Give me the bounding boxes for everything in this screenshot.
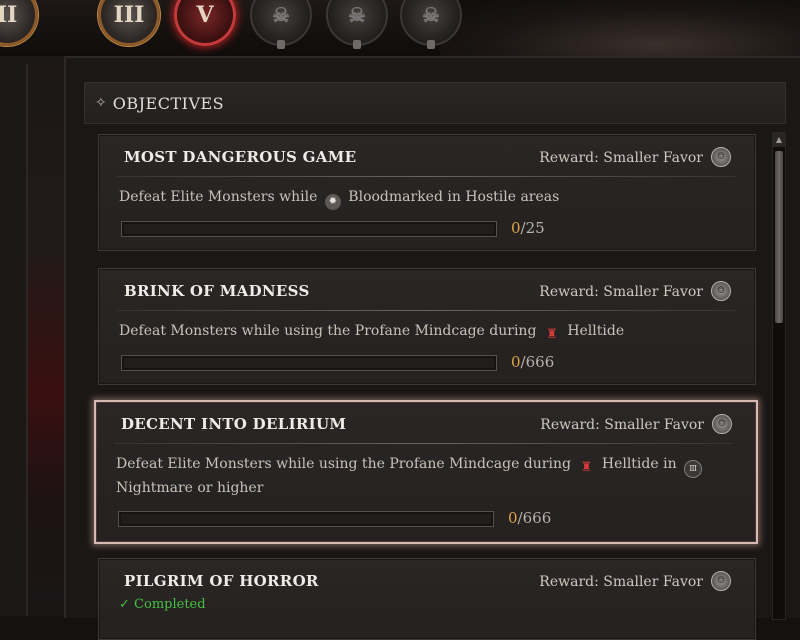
reward-label: Reward: Smaller Favor (539, 574, 703, 590)
objective-card-decent-into-delirium[interactable]: DECENT INTO DELIRIUM Reward: Smaller Fav… (94, 400, 758, 544)
progress-count: 0/666 (508, 509, 551, 527)
completed-label: Completed (134, 597, 206, 612)
objective-title: MOST DANGEROUS GAME (124, 148, 357, 166)
favor-icon: ☺ (711, 571, 731, 591)
description-text: Bloodmarked in Hostile areas (348, 189, 560, 205)
objective-title: DECENT INTO DELIRIUM (121, 415, 347, 433)
rank-emblem-bar: II III V ☠ ☠ ☠ (0, 0, 800, 56)
nightmare-tier-icon: Ⅲ (684, 460, 703, 478)
favor-icon: ☺ (711, 147, 731, 167)
progress-bar (118, 511, 494, 527)
checkmark-icon: ✓ (119, 597, 130, 612)
helltide-icon: ♜ (546, 327, 558, 342)
objective-title: PILGRIM OF HORROR (124, 572, 319, 590)
objective-card-most-dangerous-game[interactable]: MOST DANGEROUS GAME Reward: Smaller Favo… (98, 134, 756, 251)
progress-total: /666 (517, 509, 552, 527)
left-sidebar-frame (0, 56, 64, 616)
diamond-sparkle-icon: ✧ (95, 95, 107, 111)
objectives-scrollbar[interactable]: ▲ (772, 132, 786, 620)
objective-title: BRINK OF MADNESS (124, 282, 310, 300)
progress-total: /666 (520, 353, 555, 371)
rank-emblem-iii[interactable]: III (98, 0, 160, 46)
progress-current: 0 (511, 219, 521, 237)
emblem-numeral: V (196, 2, 214, 28)
progress-count: 0/25 (511, 219, 545, 237)
emblem-numeral: II (0, 2, 18, 28)
progress-bar (121, 355, 497, 371)
divider (117, 176, 735, 177)
objective-description: Defeat Elite Monsters while using the Pr… (116, 454, 706, 499)
divider (117, 310, 735, 311)
description-text: Helltide in (601, 456, 677, 472)
favor-icon: ☺ (712, 414, 732, 434)
divider (114, 443, 732, 444)
completed-status: ✓ Completed (119, 597, 206, 612)
progress-current: 0 (508, 509, 518, 527)
description-text: Helltide (567, 323, 625, 339)
objective-description: Defeat Monsters while using the Profane … (119, 321, 709, 343)
bloodmarked-skull-icon: ✹ (324, 194, 341, 210)
objective-description: Defeat Elite Monsters while ✹ Bloodmarke… (119, 187, 709, 210)
objectives-title: OBJECTIVES (112, 93, 225, 113)
progress-count: 0/666 (511, 353, 554, 371)
objectives-panel: ✧ OBJECTIVES MOST DANGEROUS GAME Reward:… (64, 56, 800, 640)
progress-current: 0 (511, 353, 521, 371)
scroll-thumb[interactable] (775, 151, 783, 323)
emblem-numeral: III (113, 2, 145, 28)
reward-label: Reward: Smaller Favor (539, 284, 703, 300)
objectives-header: ✧ OBJECTIVES (84, 82, 786, 124)
objective-card-pilgrim-of-horror[interactable]: PILGRIM OF HORROR Reward: Smaller Favor … (98, 558, 756, 640)
description-text: Defeat Elite Monsters while (119, 189, 318, 205)
favor-icon: ☺ (711, 281, 731, 301)
lock-icon (353, 40, 361, 49)
objective-card-brink-of-madness[interactable]: BRINK OF MADNESS Reward: Smaller Favor ☺… (98, 268, 756, 385)
background-scenery (440, 0, 800, 56)
description-text: Defeat Monsters while using the Profane … (119, 323, 537, 339)
lock-icon (427, 40, 435, 49)
skull-icon: ☠ (272, 3, 290, 27)
lock-icon (277, 40, 285, 49)
skull-icon: ☠ (348, 3, 366, 27)
skull-icon: ☠ (422, 3, 440, 27)
rank-emblem-v-active[interactable]: V (174, 0, 236, 46)
progress-total: /25 (520, 219, 545, 237)
rank-emblem-ii[interactable]: II (0, 0, 38, 46)
left-sidebar-inner (0, 64, 28, 616)
description-text: Nightmare or higher (116, 480, 264, 496)
helltide-icon: ♜ (580, 460, 593, 475)
progress-bar (121, 221, 497, 237)
reward-label: Reward: Smaller Favor (539, 150, 703, 166)
description-text: Defeat Elite Monsters while using the Pr… (116, 456, 571, 472)
reward-label: Reward: Smaller Favor (540, 417, 704, 433)
scroll-up-arrow-icon[interactable]: ▲ (773, 133, 785, 147)
